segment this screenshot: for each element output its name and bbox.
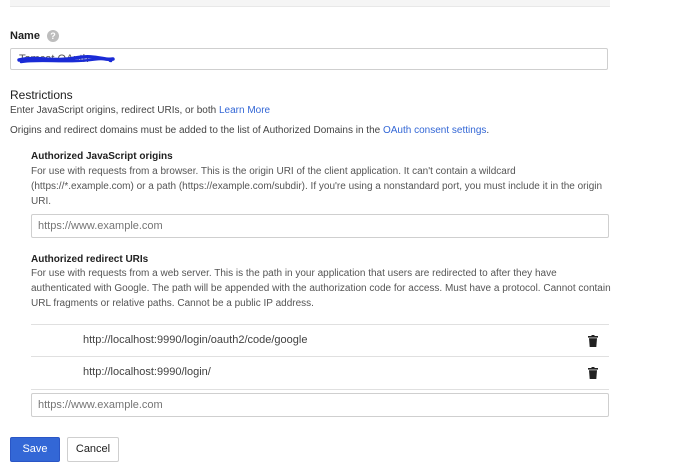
origins-note: Origins and redirect domains must be add…	[10, 125, 489, 136]
redirect-uri-text: http://localhost:9990/login/	[83, 366, 211, 378]
js-origin-input-field[interactable]	[32, 215, 608, 237]
previous-section-strip	[10, 0, 610, 7]
redirect-uris-title: Authorized redirect URIs	[31, 254, 149, 265]
origins-note-text: Origins and redirect domains must be add…	[10, 125, 381, 136]
js-origin-input[interactable]	[31, 214, 609, 238]
learn-more-link[interactable]: Learn More	[219, 105, 270, 116]
redirect-uri-input[interactable]	[31, 393, 609, 417]
name-input[interactable]: Tomcat OAuth	[10, 48, 608, 70]
restrictions-help-text: Enter JavaScript origins, redirect URIs,…	[10, 105, 217, 116]
help-icon[interactable]: ?	[47, 30, 59, 42]
redirect-uris-description: For use with requests from a web server.…	[31, 268, 611, 309]
redirect-uri-row: http://localhost:9990/login/	[31, 356, 609, 390]
trash-icon[interactable]	[588, 367, 598, 379]
name-label: Name	[10, 30, 40, 42]
cancel-button[interactable]: Cancel	[67, 437, 119, 462]
restrictions-title: Restrictions	[10, 88, 73, 102]
oauth-consent-link[interactable]: OAuth consent settings	[383, 125, 486, 136]
redirect-uri-input-field[interactable]	[32, 394, 608, 416]
origins-note-suffix: .	[486, 125, 490, 136]
redirect-uri-text: http://localhost:9990/login/oauth2/code/…	[83, 334, 308, 346]
trash-icon[interactable]	[588, 335, 598, 347]
js-origins-title: Authorized JavaScript origins	[31, 151, 173, 162]
save-button[interactable]: Save	[10, 437, 60, 462]
redirect-uri-row: http://localhost:9990/login/oauth2/code/…	[31, 324, 609, 357]
redaction-scribble	[17, 55, 115, 64]
restrictions-help: Enter JavaScript origins, redirect URIs,…	[10, 105, 270, 116]
js-origins-description: For use with requests from a browser. Th…	[31, 166, 603, 207]
